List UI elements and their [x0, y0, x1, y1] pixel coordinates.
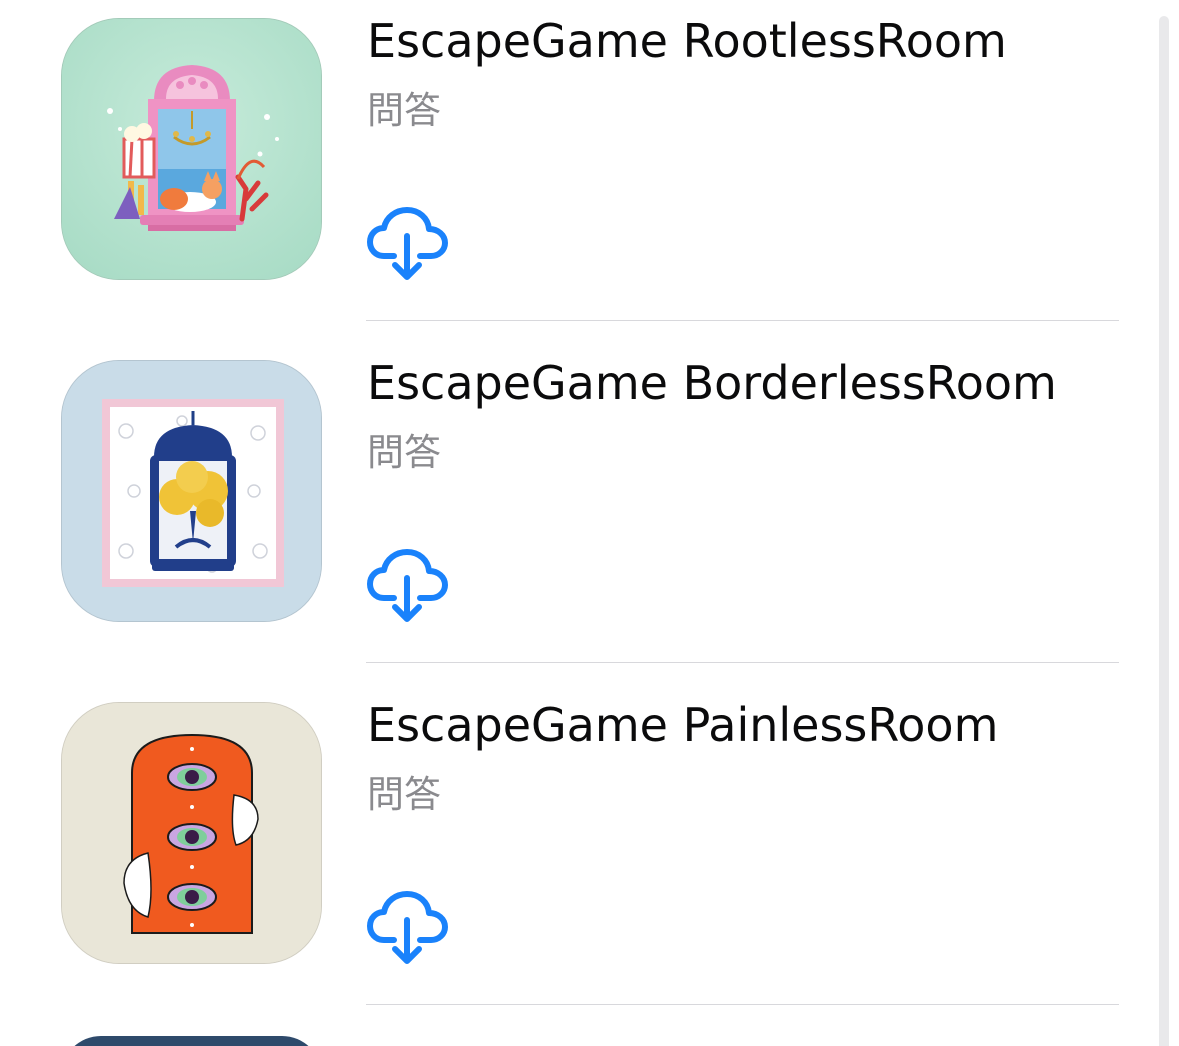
- app-category: 問答: [367, 89, 441, 132]
- list-item[interactable]: EscapeGame BorderlessRoom 問答: [0, 342, 1179, 684]
- app-title[interactable]: EscapeGame BorderlessRoom: [367, 356, 1057, 410]
- download-button[interactable]: [366, 206, 450, 282]
- app-title[interactable]: EscapeGame PainlessRoom: [367, 698, 998, 752]
- download-button[interactable]: [366, 890, 450, 966]
- list-item[interactable]: EscapeGame RootlessRoom 問答: [0, 0, 1179, 342]
- app-category: 問答: [367, 773, 441, 816]
- painless-room-icon[interactable]: [61, 702, 322, 964]
- cloud-download-icon: [367, 891, 448, 964]
- app-list-page: EscapeGame RootlessRoom 問答 EscapeGame Bo…: [0, 0, 1179, 1046]
- borderless-room-icon[interactable]: [61, 360, 322, 622]
- cloud-download-icon: [367, 549, 448, 622]
- app-category: 問答: [367, 431, 441, 474]
- row-separator: [366, 662, 1119, 663]
- app-title[interactable]: EscapeGame RootlessRoom: [367, 14, 1007, 68]
- row-separator: [366, 1004, 1119, 1005]
- download-button[interactable]: [366, 548, 450, 624]
- next-app-icon[interactable]: [61, 1036, 322, 1046]
- list-item[interactable]: EscapeGame PainlessRoom 問答: [0, 684, 1179, 1026]
- cloud-download-icon: [367, 207, 448, 280]
- rootless-room-icon[interactable]: [61, 18, 322, 280]
- row-separator: [366, 320, 1119, 321]
